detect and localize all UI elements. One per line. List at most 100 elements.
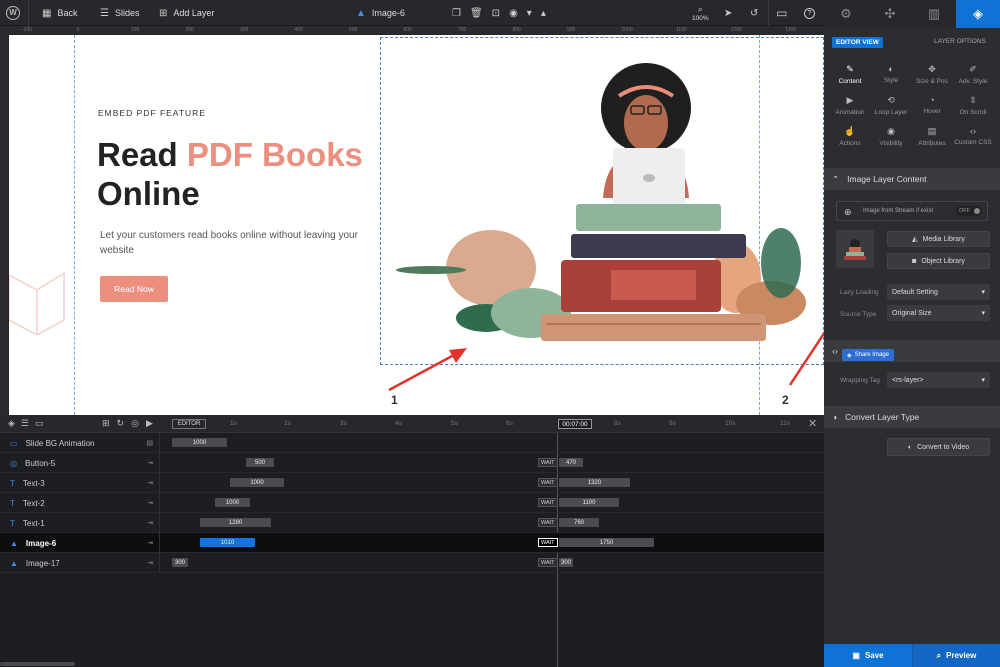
close-icon[interactable]: ✕ xyxy=(808,417,817,430)
option-size-pos[interactable]: ✥ Size & Pos xyxy=(912,64,952,94)
collapse-icon[interactable]: ⇥ xyxy=(147,479,153,487)
option-custom-css[interactable]: ‹› Custom CSS xyxy=(953,126,993,156)
in-animation-bar[interactable]: 1000 xyxy=(215,498,250,507)
undo-icon[interactable]: ↺ xyxy=(750,0,758,26)
wait-marker[interactable]: WAIT xyxy=(538,538,558,547)
out-animation-bar[interactable]: 1750 xyxy=(559,538,654,547)
media-library-button[interactable]: ◭ Media Library xyxy=(887,231,990,247)
timeline-row[interactable]: ▲ Image-6 ⇥ 1010 WAIT 1750 xyxy=(0,533,824,553)
layer-name[interactable]: T Text-2 ⇥ xyxy=(0,493,160,513)
timeline-row[interactable]: ▭ Slide BG Animation ▤ 1000 xyxy=(0,433,824,453)
trash-icon[interactable]: 🗑 xyxy=(470,8,483,19)
lazy-loading-select[interactable]: Default Setting ▾ xyxy=(887,284,990,300)
editor-view-tab[interactable]: EDITOR VIEW xyxy=(832,37,883,48)
eye-icon[interactable]: ◉ xyxy=(509,8,518,19)
out-animation-bar[interactable]: 1320 xyxy=(559,478,630,487)
wait-marker[interactable]: WAIT xyxy=(538,458,558,467)
layer-name[interactable]: T Text-3 ⇥ xyxy=(0,473,160,493)
in-animation-bar[interactable]: 500 xyxy=(246,458,274,467)
option-visibility[interactable]: ◉ Visibility xyxy=(871,126,911,156)
save-button[interactable]: ▣ Save xyxy=(824,644,912,667)
option-style[interactable]: ◐ Style xyxy=(871,64,911,94)
wrapping-tag-select[interactable]: <rs-layer> ▾ xyxy=(887,372,990,388)
slide-canvas[interactable]: EMBED PDF FEATURE Read PDF Books Online L… xyxy=(9,35,824,415)
timeline-row[interactable]: ◎ Button-5 ⇥ 500 WAIT 470 xyxy=(0,453,824,473)
timeline-scrollbar[interactable] xyxy=(0,662,75,666)
option-label: Actions xyxy=(839,140,861,147)
option-animation[interactable]: ▶ Animation xyxy=(830,95,870,125)
collapse-icon[interactable]: ⇥ xyxy=(147,459,153,467)
object-library-button[interactable]: ◙ Object Library xyxy=(887,253,990,269)
add-layer-button[interactable]: ⊞ Add Layer xyxy=(159,0,214,26)
out-animation-bar[interactable]: 470 xyxy=(559,458,583,467)
code-icon: ‹› xyxy=(832,346,838,356)
layer-name[interactable]: ▲ Image-6 ⇥ xyxy=(0,533,160,553)
stream-toggle[interactable]: OFF xyxy=(956,206,982,216)
layers-tab[interactable]: ◈ xyxy=(956,0,1000,28)
timeline-row[interactable]: T Text-2 ⇥ 1000 WAIT 1100 xyxy=(0,493,824,513)
navigation-tab[interactable]: ✣ xyxy=(868,0,912,28)
chevron-down-icon[interactable]: ▾ xyxy=(527,8,532,19)
convert-to-video-button[interactable]: ◐ Convert to Video xyxy=(887,438,990,456)
collapse-icon[interactable]: ⇥ xyxy=(147,559,153,567)
option-on-scroll[interactable]: ⇳ On Scroll xyxy=(953,95,993,125)
wordpress-logo-icon[interactable]: W xyxy=(6,0,20,26)
collapse-icon[interactable]: ⇥ xyxy=(147,519,153,527)
convert-layer-type-header[interactable]: ◑ Convert Layer Type xyxy=(824,406,1000,428)
wait-marker[interactable]: WAIT xyxy=(538,478,558,487)
back-button[interactable]: ▦ Back xyxy=(42,0,77,26)
timeline-row[interactable]: ▲ Image-17 ⇥ 300 WAIT 300 xyxy=(0,553,824,573)
out-animation-bar[interactable]: 300 xyxy=(559,558,573,567)
layer-name[interactable]: T Text-1 ⇥ xyxy=(0,513,160,533)
zoom-control[interactable]: ⌕ 100% xyxy=(692,0,709,26)
in-animation-bar[interactable]: 1280 xyxy=(200,518,271,527)
in-animation-bar[interactable]: 1010 xyxy=(200,538,255,547)
timeline-row[interactable]: T Text-3 ⇥ 1000 WAIT 1320 xyxy=(0,473,824,493)
lock-icon[interactable]: ⊡ xyxy=(492,8,500,19)
share-image-tooltip[interactable]: ◈ Share Image xyxy=(842,349,894,361)
preview-button[interactable]: ⌕ Preview xyxy=(912,644,1000,667)
out-animation-bar[interactable]: 760 xyxy=(559,518,599,527)
slides-tab[interactable]: ▥ xyxy=(912,0,956,28)
out-animation-bar[interactable]: 1100 xyxy=(559,498,619,507)
in-animation-bar[interactable]: 300 xyxy=(172,558,188,567)
option-hover[interactable]: ◔ Hover xyxy=(912,95,952,125)
layer-name[interactable]: ◎ Button-5 ⇥ xyxy=(0,453,160,473)
doc-icon: ▤ xyxy=(927,126,937,136)
selected-layer-name[interactable]: ▲ Image-6 xyxy=(356,0,405,26)
option-label: Loop Layer xyxy=(874,109,908,116)
timeline-row[interactable]: T Text-1 ⇥ 1280 WAIT 760 xyxy=(0,513,824,533)
option-content[interactable]: ✎ Content xyxy=(830,64,870,94)
option-loop-layer[interactable]: ⟲ Loop Layer xyxy=(871,95,911,125)
layer-name[interactable]: ▲ Image-17 ⇥ xyxy=(0,553,160,573)
wait-marker[interactable]: WAIT xyxy=(538,558,558,567)
wait-marker[interactable]: WAIT xyxy=(538,498,558,507)
option-attributes[interactable]: ▤ Attributes xyxy=(912,126,952,156)
slides-button[interactable]: ☰ Slides xyxy=(100,0,139,26)
duplicate-icon[interactable]: ❐ xyxy=(452,8,461,19)
option-actions[interactable]: ☝ Actions xyxy=(830,126,870,156)
layer-options-tab[interactable]: LAYER OPTIONS xyxy=(934,38,986,45)
time-tick-label: 8s xyxy=(614,420,621,427)
cursor-icon[interactable]: ➤ xyxy=(724,0,732,26)
in-animation-bar[interactable]: 1000 xyxy=(172,438,227,447)
collapse-icon[interactable]: ⇥ xyxy=(147,499,153,507)
collapse-icon[interactable]: ⇥ xyxy=(147,539,153,547)
image-layer-content-header[interactable]: ⌃ Image Layer Content xyxy=(824,168,1000,190)
image-thumbnail[interactable] xyxy=(836,230,874,268)
wait-marker[interactable]: WAIT xyxy=(538,518,558,527)
settings-tab[interactable]: ⚙ xyxy=(824,0,868,28)
image-icon: ▲ xyxy=(10,538,18,548)
current-time[interactable]: 00:07:00 xyxy=(558,419,592,429)
desktop-view-icon[interactable]: ▭ xyxy=(776,0,787,26)
palette-icon: ◐ xyxy=(888,64,894,74)
chevron-up-icon[interactable]: ▴ xyxy=(541,8,546,19)
help-icon[interactable]: ? xyxy=(804,0,815,26)
layer-name[interactable]: ▭ Slide BG Animation ▤ xyxy=(0,433,160,453)
text-icon: T xyxy=(10,478,15,488)
source-type-select[interactable]: Original Size ▾ xyxy=(887,305,990,321)
source-type-label: Source Type xyxy=(840,311,877,318)
option-adv-style[interactable]: ✐ Adv. Style xyxy=(953,64,993,94)
in-animation-bar[interactable]: 1000 xyxy=(230,478,284,487)
folder-icon[interactable]: ▤ xyxy=(146,439,153,447)
